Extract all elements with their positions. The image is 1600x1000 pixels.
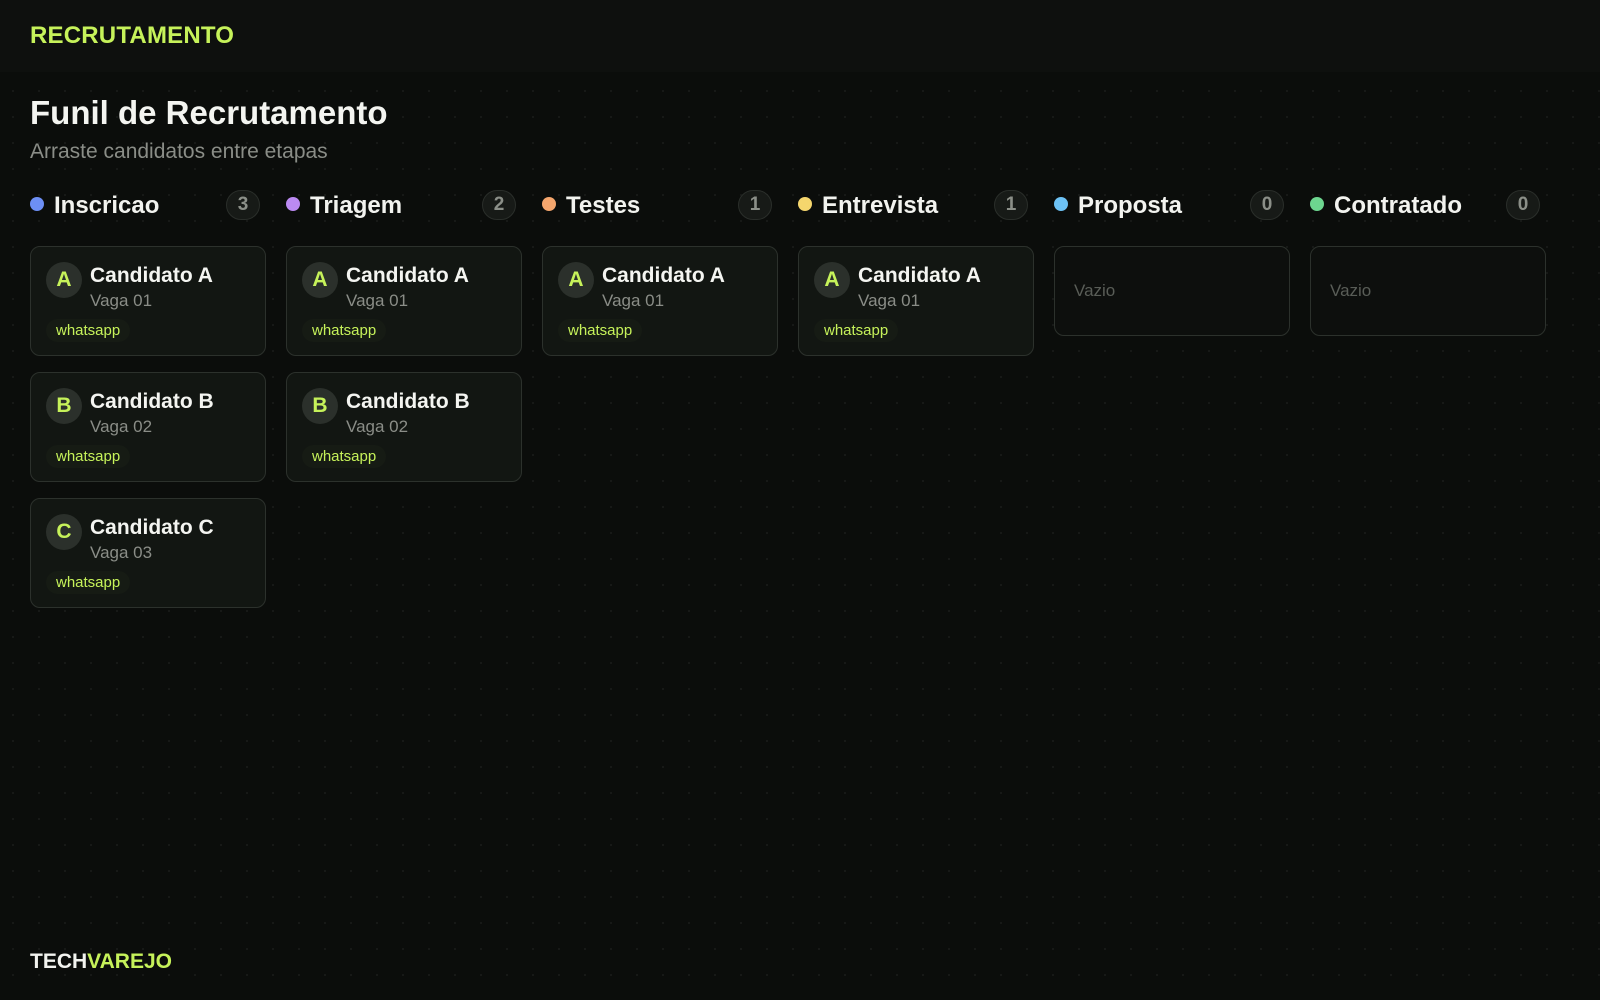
avatar: A	[558, 262, 594, 298]
column-count-badge: 0	[1506, 190, 1540, 220]
candidate-job: Vaga 02	[346, 417, 409, 436]
candidate-card[interactable]: A Candidato A Vaga 01 whatsapp	[286, 246, 522, 356]
source-tag: whatsapp	[814, 319, 899, 342]
footer-brand: TECHVAREJO	[30, 950, 172, 974]
avatar: B	[46, 388, 82, 424]
candidate-card[interactable]: B Candidato B Vaga 02 whatsapp	[30, 372, 266, 482]
source-tag: whatsapp	[46, 571, 131, 594]
column-testes[interactable]: Testes 1 A Candidato A Vaga 01 whatsapp	[542, 190, 778, 608]
column-proposta[interactable]: Proposta 0 Vazio	[1054, 190, 1290, 608]
avatar: A	[814, 262, 850, 298]
column-header: Inscricao 3	[30, 190, 266, 222]
candidate-job: Vaga 01	[602, 291, 665, 310]
candidate-job: Vaga 01	[346, 291, 409, 310]
candidate-job: Vaga 02	[90, 417, 153, 436]
column-header: Testes 1	[542, 190, 778, 222]
column-count-badge: 1	[994, 190, 1028, 220]
page-subtitle: Arraste candidatos entre etapas	[30, 140, 328, 163]
kanban-board: Inscricao 3 A Candidato A Vaga 01 whatsapp B Ca…	[30, 190, 1546, 608]
source-tag: whatsapp	[558, 319, 643, 342]
candidate-card[interactable]: A Candidato A Vaga 01 whatsapp	[798, 246, 1034, 356]
column-count-badge: 3	[226, 190, 260, 220]
candidate-card[interactable]: C Candidato C Vaga 03 whatsapp	[30, 498, 266, 608]
column-count-badge: 1	[738, 190, 772, 220]
candidate-name: Candidato B	[90, 390, 214, 413]
column-inscricao[interactable]: Inscricao 3 A Candidato A Vaga 01 whatsapp B Ca…	[30, 190, 266, 608]
column-entrevista[interactable]: Entrevista 1 A Candidato A Vaga 01 whatsapp	[798, 190, 1034, 608]
avatar: C	[46, 514, 82, 550]
card-list: Vazio	[1054, 246, 1290, 336]
card-list: A Candidato A Vaga 01 whatsapp	[542, 246, 778, 356]
candidate-job: Vaga 01	[858, 291, 921, 310]
card-list: A Candidato A Vaga 01 whatsapp B Candidato B V…	[30, 246, 266, 608]
candidate-card[interactable]: B Candidato B Vaga 02 whatsapp	[286, 372, 522, 482]
stage-dot-icon	[30, 197, 44, 211]
column-triagem[interactable]: Triagem 2 A Candidato A Vaga 01 whatsapp B Cand…	[286, 190, 522, 608]
column-count-badge: 2	[482, 190, 516, 220]
column-title: Proposta	[1078, 192, 1183, 219]
card-list: A Candidato A Vaga 01 whatsapp	[798, 246, 1034, 356]
column-title: Inscricao	[54, 192, 160, 219]
candidate-name: Candidato B	[346, 390, 470, 413]
top-bar: RECRUTAMENTO	[0, 0, 1600, 72]
stage-dot-icon	[1310, 197, 1324, 211]
candidate-name: Candidato A	[346, 264, 469, 287]
candidate-job: Vaga 03	[90, 543, 153, 562]
candidate-name: Candidato C	[90, 516, 214, 539]
stage-dot-icon	[1054, 197, 1068, 211]
column-title: Triagem	[310, 192, 403, 219]
column-title: Entrevista	[822, 192, 939, 219]
stage-dot-icon	[286, 197, 300, 211]
source-tag: whatsapp	[46, 319, 131, 342]
empty-drop-zone[interactable]: Vazio	[1310, 246, 1546, 336]
column-title: Contratado	[1334, 192, 1462, 219]
empty-drop-zone[interactable]: Vazio	[1054, 246, 1290, 336]
column-title: Testes	[566, 192, 641, 219]
page-title: Funil de Recrutamento	[30, 94, 388, 131]
avatar: A	[302, 262, 338, 298]
column-contratado[interactable]: Contratado 0 Vazio	[1310, 190, 1546, 608]
candidate-job: Vaga 01	[90, 291, 153, 310]
source-tag: whatsapp	[46, 445, 131, 468]
column-header: Contratado 0	[1310, 190, 1546, 222]
footer-brand-part1: TECH	[30, 950, 88, 973]
column-header: Triagem 2	[286, 190, 522, 222]
candidate-name: Candidato A	[858, 264, 981, 287]
candidate-name: Candidato A	[602, 264, 725, 287]
card-list: Vazio	[1310, 246, 1546, 336]
column-header: Entrevista 1	[798, 190, 1034, 222]
column-count-badge: 0	[1250, 190, 1284, 220]
candidate-name: Candidato A	[90, 264, 213, 287]
source-tag: whatsapp	[302, 319, 387, 342]
card-list: A Candidato A Vaga 01 whatsapp B Candidato B V…	[286, 246, 522, 482]
avatar: A	[46, 262, 82, 298]
stage-dot-icon	[542, 197, 556, 211]
avatar: B	[302, 388, 338, 424]
source-tag: whatsapp	[302, 445, 387, 468]
candidate-card[interactable]: A Candidato A Vaga 01 whatsapp	[542, 246, 778, 356]
stage-dot-icon	[798, 197, 812, 211]
footer-brand-part2: VAREJO	[87, 950, 172, 973]
candidate-card[interactable]: A Candidato A Vaga 01 whatsapp	[30, 246, 266, 356]
app-brand: RECRUTAMENTO	[30, 22, 235, 49]
column-header: Proposta 0	[1054, 190, 1290, 222]
